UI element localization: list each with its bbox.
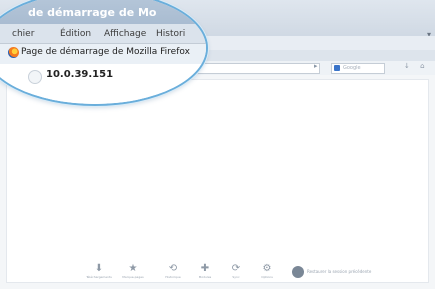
go-arrow-icon[interactable]: ▸ bbox=[314, 62, 318, 70]
launcher-sync[interactable]: ⟳ Sync bbox=[223, 263, 249, 279]
toolbar-icons: ↓ ⌂ bbox=[404, 62, 429, 70]
launcher-settings[interactable]: ⚙ Options bbox=[254, 263, 280, 279]
restore-session-label[interactable]: Restaurer la session précédente bbox=[307, 269, 371, 274]
search-engine-icon[interactable] bbox=[334, 65, 340, 71]
url-text[interactable]: 10.0.39.151 bbox=[46, 69, 113, 80]
home-icon[interactable]: ⌂ bbox=[420, 62, 428, 70]
tab-title[interactable]: Page de démarrage de Mozilla Firefox bbox=[21, 47, 190, 57]
magnified-title-bar: de démarrage de Mo bbox=[0, 0, 206, 24]
settings-icon: ⚙ bbox=[262, 263, 272, 274]
page-icon bbox=[28, 70, 42, 84]
download-icon: ⬇ bbox=[94, 263, 104, 274]
page-content bbox=[0, 75, 435, 289]
launcher-bar: ⬇ Téléchargements ★ Marque-pages ⟲ Histo… bbox=[86, 263, 346, 285]
launcher-addons[interactable]: ✚ Modules bbox=[192, 263, 218, 279]
launcher-bookmarks[interactable]: ★ Marque-pages bbox=[120, 263, 146, 279]
launcher-downloads[interactable]: ⬇ Téléchargements bbox=[86, 263, 112, 279]
history-icon: ⟲ bbox=[168, 263, 178, 274]
sync-icon: ⟳ bbox=[231, 263, 241, 274]
start-page bbox=[6, 79, 429, 283]
addons-icon: ✚ bbox=[200, 263, 210, 274]
search-bar[interactable]: Google bbox=[331, 63, 385, 74]
zoom-magnifier: de démarrage de Mo chier Édition Afficha… bbox=[0, 0, 208, 106]
menu-edit[interactable]: Édition bbox=[60, 29, 91, 39]
search-placeholder: Google bbox=[343, 65, 361, 71]
window-title: de démarrage de Mo bbox=[28, 6, 157, 19]
menu-file[interactable]: chier bbox=[12, 29, 34, 39]
bookmark-icon: ★ bbox=[128, 263, 138, 274]
launcher-history[interactable]: ⟲ Historique bbox=[160, 263, 186, 279]
menu-history[interactable]: Histori bbox=[156, 29, 185, 39]
browser-window: ▾ ▸ Google ↓ ⌂ ⬇ Téléchargements ★ Marqu… bbox=[0, 0, 435, 289]
menu-view[interactable]: Affichage bbox=[104, 29, 146, 39]
downloads-toolbar-icon[interactable]: ↓ bbox=[404, 62, 414, 70]
firefox-icon bbox=[8, 47, 19, 58]
restore-session-icon[interactable] bbox=[292, 266, 304, 278]
